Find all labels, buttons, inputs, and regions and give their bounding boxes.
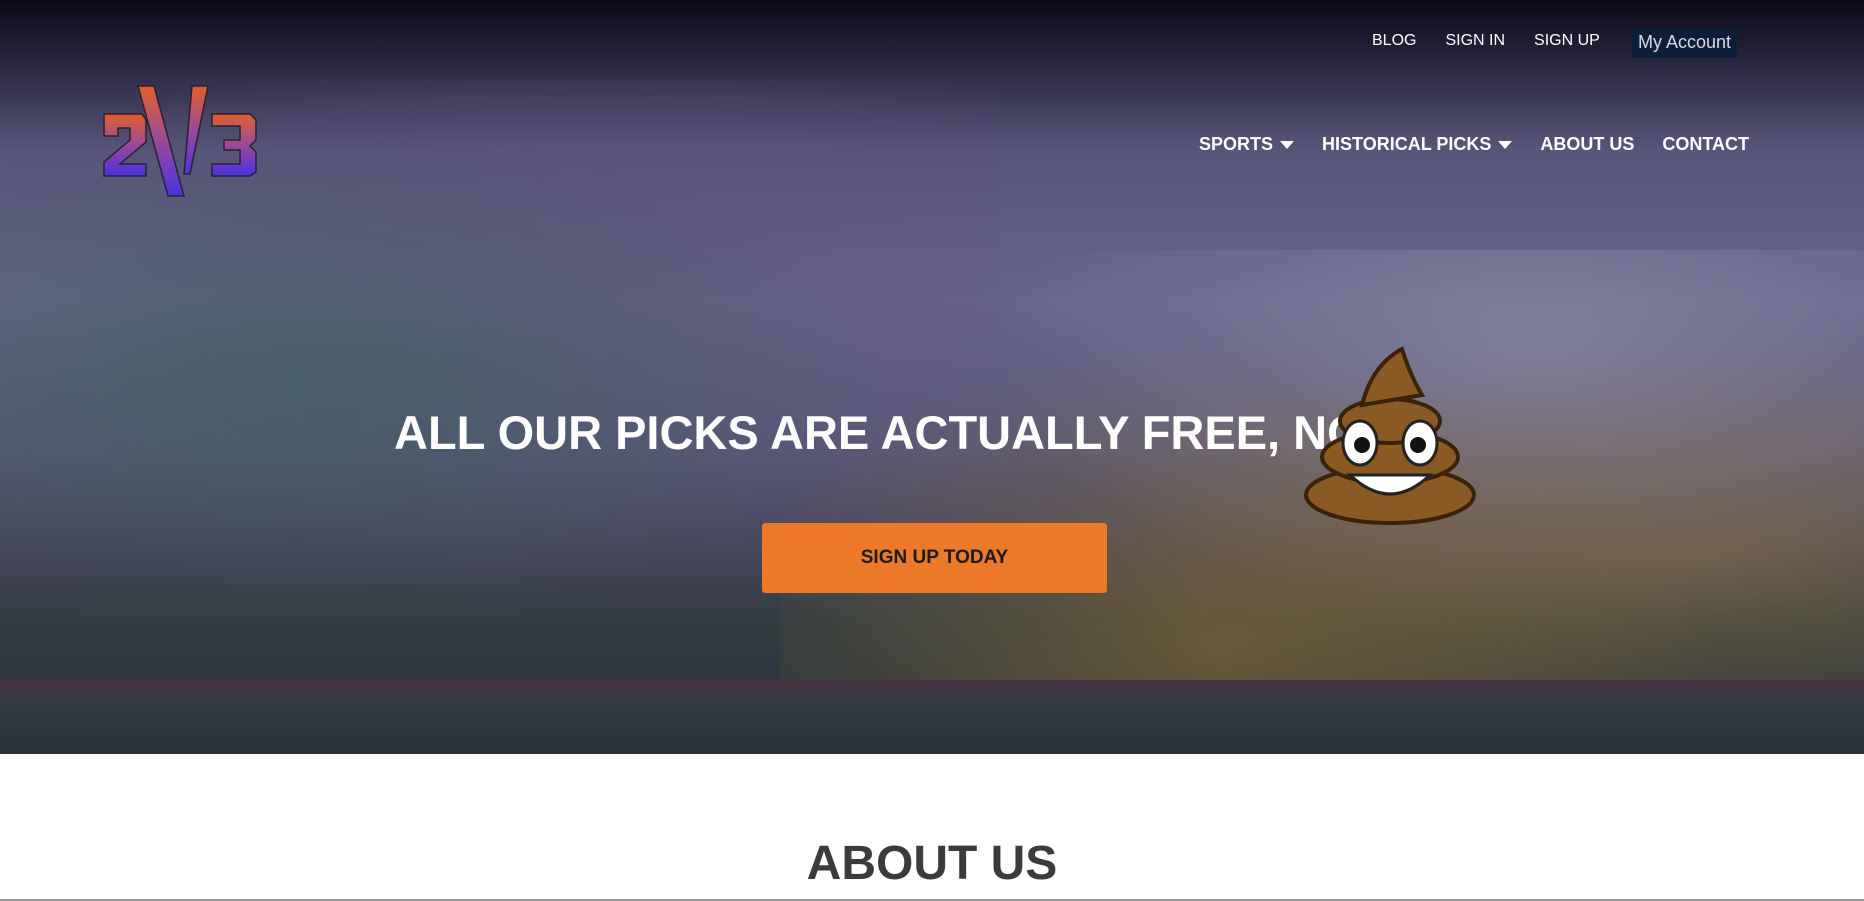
main-nav: SPORTS HISTORICAL PICKS ABOUT US CONTACT: [1199, 134, 1749, 155]
nav-about-us[interactable]: ABOUT US: [1540, 134, 1634, 155]
site-logo[interactable]: [100, 84, 260, 208]
sign-in-link[interactable]: SIGN IN: [1445, 32, 1505, 50]
sign-up-today-button[interactable]: SIGN UP TODAY: [762, 523, 1107, 593]
nav-sports-label: SPORTS: [1199, 134, 1274, 154]
my-account-link[interactable]: My Account: [1632, 29, 1738, 58]
caret-down-icon: [1280, 140, 1295, 149]
caret-down-icon: [1498, 140, 1513, 149]
hero-section: BLOG SIGN IN SIGN UP My Account SPORTS H…: [0, 0, 1864, 754]
sign-up-link[interactable]: SIGN UP: [1534, 32, 1600, 50]
blog-link[interactable]: BLOG: [1372, 32, 1416, 50]
poop-emoji-icon: [1304, 346, 1476, 525]
top-links: BLOG SIGN IN SIGN UP: [1372, 32, 1629, 50]
nav-historical-picks[interactable]: HISTORICAL PICKS: [1322, 134, 1513, 155]
nav-historical-picks-label: HISTORICAL PICKS: [1322, 134, 1492, 154]
nav-contact[interactable]: CONTACT: [1662, 134, 1749, 155]
about-us-heading: ABOUT US: [806, 837, 1058, 890]
hero-headline: ALL OUR PICKS ARE ACTUALLY FREE, NO: [394, 406, 1364, 459]
nav-sports[interactable]: SPORTS: [1199, 134, 1295, 155]
hero-overlay: [0, 0, 1864, 754]
